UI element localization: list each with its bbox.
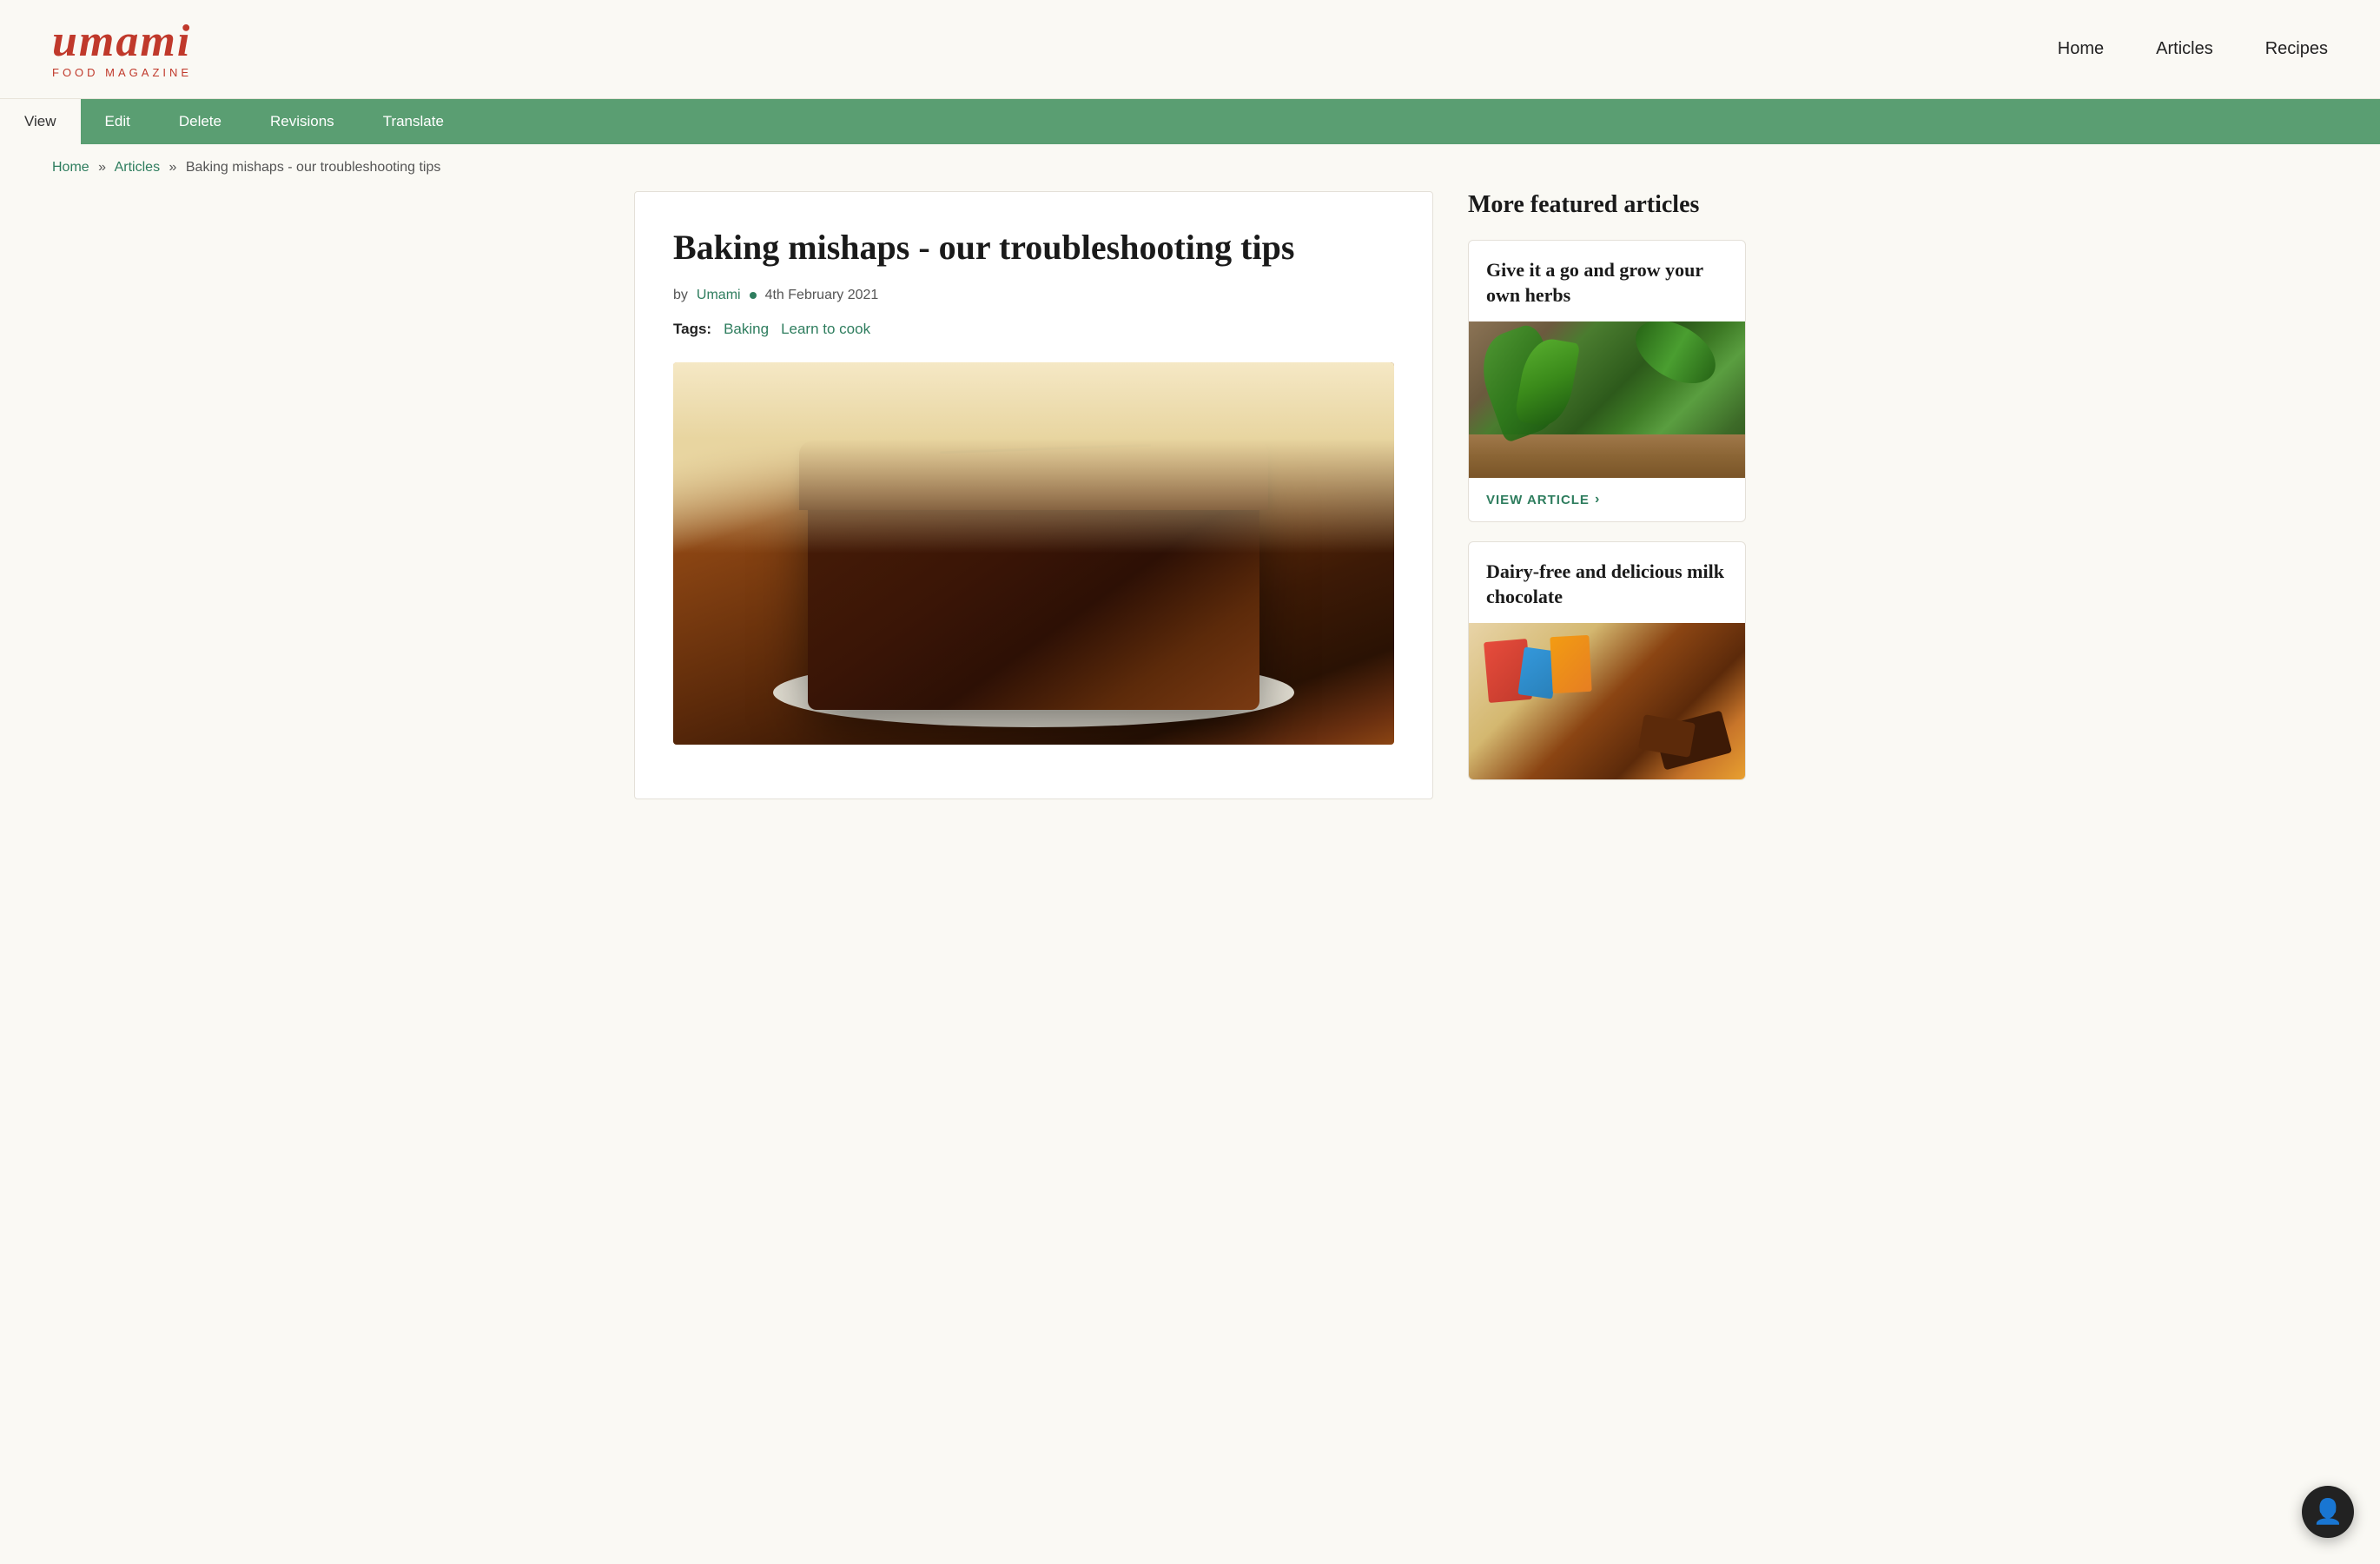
article-tags: Tags: Baking Learn to cook [673,321,1394,338]
article-meta: by Umami 4th February 2021 [673,288,1394,303]
nav-articles[interactable]: Articles [2156,39,2213,59]
main-nav: Home Articles Recipes [2058,39,2328,59]
tab-translate[interactable]: Translate [359,99,468,144]
admin-bar: View Edit Delete Revisions Translate [0,99,2380,144]
sidebar: More featured articles Give it a go and … [1468,191,1746,799]
breadcrumb-articles[interactable]: Articles [115,160,160,175]
breadcrumb-home[interactable]: Home [52,160,89,175]
brownie-crack [940,444,1151,454]
herbs-photo [1469,321,1745,478]
logo[interactable]: umami FOOD MAGAZINE [52,19,192,79]
card-choc-title: Dairy-free and delicious milk chocolate [1486,560,1728,609]
chocolate-photo [1469,623,1745,779]
tab-revisions[interactable]: Revisions [246,99,359,144]
main-content: Baking mishaps - our troubleshooting tip… [582,191,1798,852]
card-herbs-image [1469,321,1745,478]
brownie-shape [808,467,1259,710]
nav-recipes[interactable]: Recipes [2265,39,2328,59]
nav-home[interactable]: Home [2058,39,2104,59]
logo-subtitle: FOOD MAGAZINE [52,66,192,79]
view-article-herbs[interactable]: VIEW ARTICLE › [1469,478,1745,521]
featured-card-chocolate: Dairy-free and delicious milk chocolate [1468,541,1746,780]
breadcrumb-sep-1: » [98,160,106,175]
tags-label: Tags: [673,321,711,338]
herb-leaf-3 [1625,321,1727,396]
sidebar-title: More featured articles [1468,191,1746,219]
plate [773,658,1294,727]
brownie-top [799,441,1268,510]
author-label: by [673,288,688,303]
article-image [673,362,1394,745]
choc-wrap-3 [1550,635,1591,693]
card-choc-body: Dairy-free and delicious milk chocolate [1469,542,1745,609]
card-herbs-title: Give it a go and grow your own herbs [1486,258,1728,308]
tab-edit[interactable]: Edit [81,99,155,144]
chevron-right-icon: › [1595,492,1600,507]
logo-text: umami [52,19,191,64]
brownie-background [673,362,1394,745]
featured-card-herbs: Give it a go and grow your own herbs VIE… [1468,240,1746,522]
floating-avatar[interactable]: 👤 [2302,1486,2354,1538]
breadcrumb-current: Baking mishaps - our troubleshooting tip… [186,160,441,175]
article-area: Baking mishaps - our troubleshooting tip… [634,191,1433,799]
tag-baking[interactable]: Baking [724,321,769,338]
article-title: Baking mishaps - our troubleshooting tip… [673,227,1394,268]
tab-view[interactable]: View [0,99,81,144]
meta-dot [750,292,757,299]
breadcrumb-sep-2: » [169,160,177,175]
tag-learn-to-cook[interactable]: Learn to cook [781,321,870,338]
article-author[interactable]: Umami [697,288,741,303]
card-herbs-body: Give it a go and grow your own herbs [1469,241,1745,308]
article-date: 4th February 2021 [765,288,879,303]
tab-delete[interactable]: Delete [155,99,246,144]
view-article-herbs-label: VIEW ARTICLE [1486,493,1590,507]
card-choc-image [1469,623,1745,779]
breadcrumb: Home » Articles » Baking mishaps - our t… [0,144,2380,191]
site-header: umami FOOD MAGAZINE Home Articles Recipe… [0,0,2380,99]
avatar-icon: 👤 [2313,1497,2344,1527]
choc-block-2 [1638,714,1696,758]
